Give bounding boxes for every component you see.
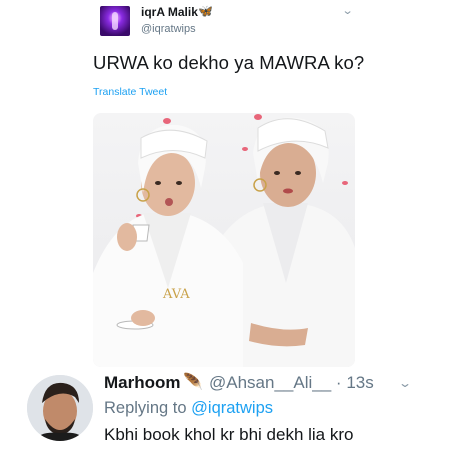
butterfly-icon: 🦋 xyxy=(198,4,213,18)
reply-handle[interactable]: @Ahsan__Ali__ xyxy=(209,373,331,392)
tweet-author-avatar[interactable] xyxy=(100,6,130,36)
tweet-author-name[interactable]: iqrA Malik xyxy=(141,5,198,19)
tweet-author-handle[interactable]: @iqratwips xyxy=(141,23,196,35)
person-avatar-photo xyxy=(27,375,93,441)
chevron-down-icon[interactable]: ⌄ xyxy=(342,4,354,17)
reply-author-name[interactable]: Marhoom xyxy=(104,373,181,393)
replying-to-label: Replying to xyxy=(104,399,187,417)
photo-two-women-in-bathrobes: AVA xyxy=(93,114,355,367)
left-figure: AVA xyxy=(93,124,243,367)
reply-text: Kbhi book khol kr bhi dekh lia kro xyxy=(104,425,354,444)
replying-to-mention-link[interactable]: @iqratwips xyxy=(191,399,273,417)
reply-timestamp[interactable]: 13s xyxy=(346,373,373,392)
tweet-media-image[interactable]: AVA xyxy=(93,113,355,367)
reply-author-handle-and-time[interactable]: @Ahsan__Ali__ · 13s xyxy=(209,373,374,393)
reply-author-avatar[interactable] xyxy=(27,375,93,441)
separator-dot: · xyxy=(335,373,342,392)
tweet-text: URWA ko dekho ya MAWRA ko? xyxy=(93,52,365,73)
chevron-down-icon[interactable]: ⌄ xyxy=(398,376,412,390)
robe-logo-text: AVA xyxy=(162,287,190,302)
replying-to-line: Replying to @iqratwips xyxy=(104,399,273,418)
translate-tweet-link[interactable]: Translate Tweet xyxy=(93,86,167,98)
feather-emoji-icon: 🪶 xyxy=(183,374,203,391)
